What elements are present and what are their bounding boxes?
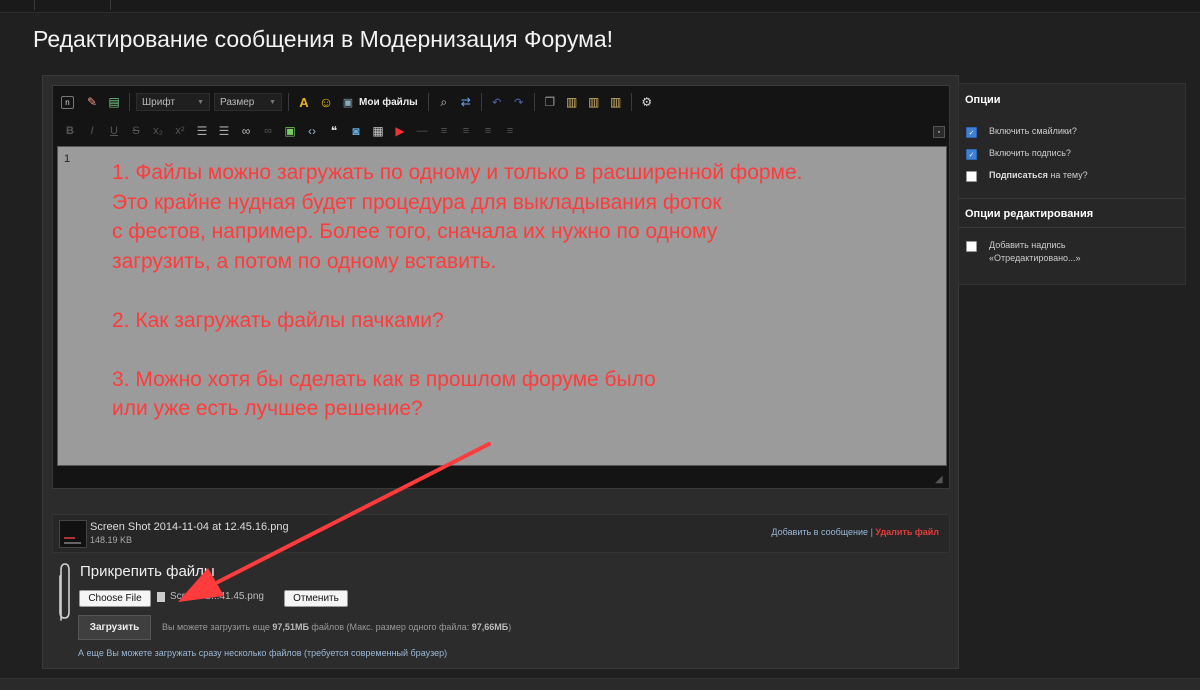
bottom-bar [0, 678, 1200, 690]
annotation-arrow [178, 442, 491, 602]
